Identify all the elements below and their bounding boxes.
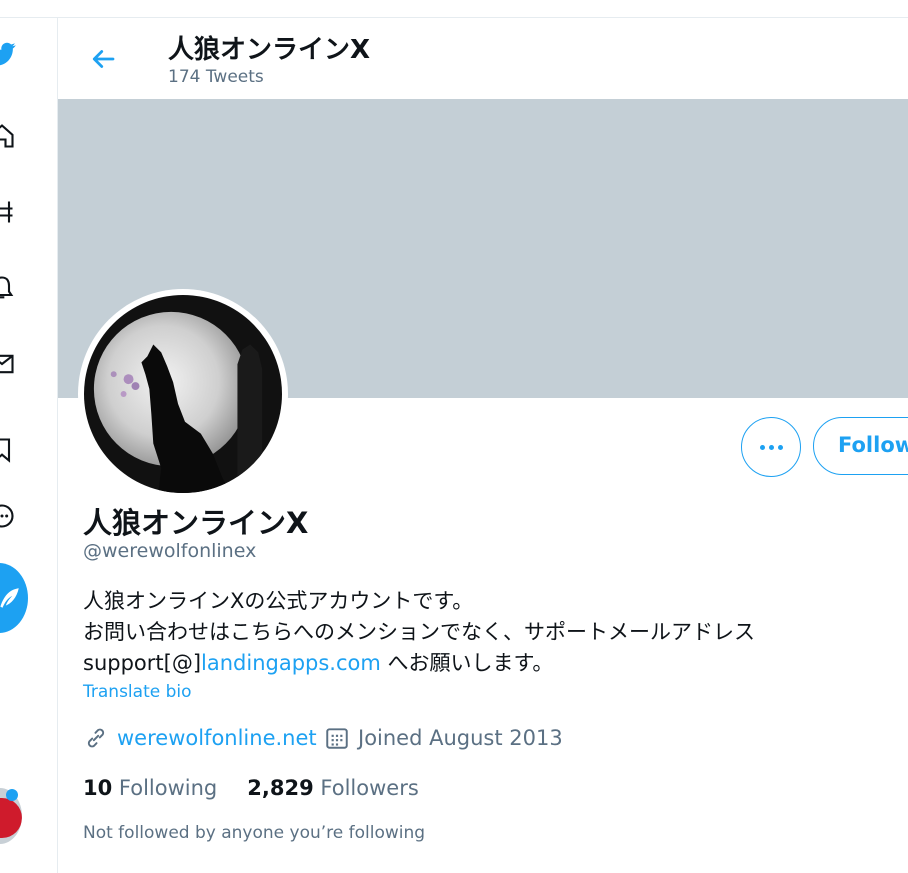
follow-button[interactable]: Follow: [813, 417, 908, 475]
more-dot: [777, 444, 783, 450]
bookmarks-icon[interactable]: [0, 436, 16, 464]
back-button[interactable]: [88, 44, 118, 74]
bio-domain-link[interactable]: landingapps.com: [201, 651, 381, 675]
back-arrow-icon: [92, 50, 115, 68]
explore-icon[interactable]: [0, 198, 16, 226]
bio-email-prefix: support[@]: [83, 651, 202, 675]
profile-name: 人狼オンラインX: [83, 506, 309, 540]
website-link[interactable]: werewolfonline.net: [117, 726, 317, 750]
followers-count: 2,829: [247, 776, 314, 800]
messages-icon[interactable]: [0, 350, 16, 378]
notification-dot: [6, 789, 18, 801]
bio-line: support[@]landingapps.com へお願いします。: [83, 648, 755, 679]
follow-stats: 10 Following 2,829 Followers: [83, 776, 419, 800]
bio-line: 人狼オンラインXの公式アカウントです。: [83, 589, 474, 613]
home-icon[interactable]: [0, 122, 16, 150]
profile-avatar[interactable]: [78, 289, 288, 499]
following-label: Following: [118, 776, 218, 800]
sidebar-nav: [0, 18, 58, 873]
profile-bio: 人狼オンラインXの公式アカウントです。 お問い合わせはこちらへのメンションでなく…: [83, 586, 755, 679]
bio-email-suffix: へお願いします。: [380, 651, 554, 675]
compose-tweet-icon: [0, 588, 19, 608]
more-dot: [768, 444, 774, 450]
notifications-icon[interactable]: [0, 274, 16, 302]
bio-line: お問い合わせはこちらへのメンションでなく、サポートメールアドレス: [83, 620, 755, 644]
more-circle-icon[interactable]: [0, 502, 16, 530]
header-title: 人狼オンラインX: [168, 35, 371, 65]
profile-header: 人狼オンラインX 174 Tweets: [58, 18, 908, 99]
calendar-icon: [326, 728, 348, 749]
compose-tweet-button[interactable]: [0, 563, 28, 633]
translate-bio-link[interactable]: Translate bio: [83, 682, 192, 702]
twitter-logo-icon[interactable]: [0, 40, 16, 68]
profile-website[interactable]: werewolfonline.net: [83, 722, 317, 754]
not-followed-note: Not followed by anyone you’re following: [83, 823, 426, 843]
joined-date: Joined August 2013: [358, 726, 563, 750]
browser-top-strip: [0, 0, 908, 18]
more-options-button[interactable]: [741, 417, 801, 477]
header-tweet-count: 174 Tweets: [168, 67, 264, 87]
followers-label: Followers: [320, 776, 419, 800]
link-icon: [87, 728, 105, 748]
following-count: 10: [83, 776, 113, 800]
profile-joined: Joined August 2013: [324, 722, 563, 754]
more-dots-icon: [759, 444, 765, 450]
following-link[interactable]: 10 Following: [83, 776, 217, 800]
profile-handle: @werewolfonlinex: [83, 540, 257, 562]
followers-link[interactable]: 2,829 Followers: [247, 776, 419, 800]
